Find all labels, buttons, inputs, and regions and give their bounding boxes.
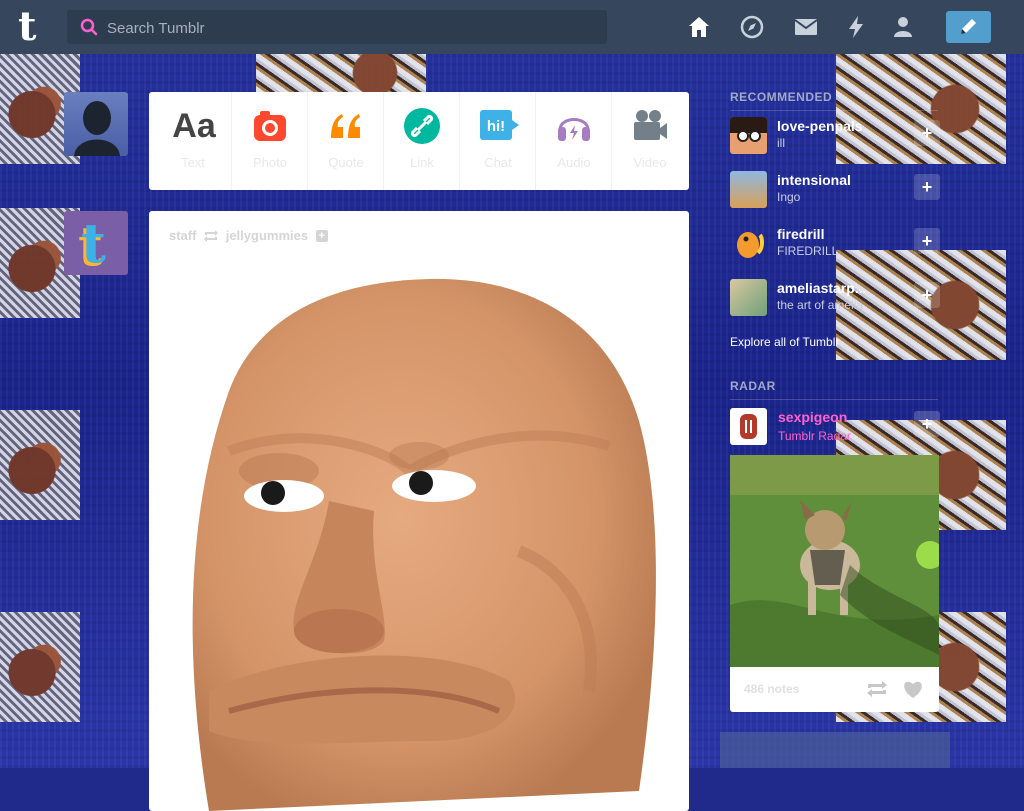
reblog-icon[interactable] xyxy=(866,679,888,699)
recommended-blog[interactable]: ameliastarp... the art of amelia + xyxy=(730,274,950,320)
sidebar-bottom-fade xyxy=(720,732,950,768)
staff-avatar[interactable]: t t xyxy=(64,211,128,275)
text-icon: Aa xyxy=(172,107,216,145)
pencil-icon xyxy=(961,19,976,34)
post-link-button[interactable]: Link xyxy=(383,92,460,190)
radar-title: RADAR xyxy=(730,379,938,400)
tumblr-logo-icon[interactable]: t xyxy=(18,7,48,47)
user-icon[interactable] xyxy=(890,14,916,40)
search-icon xyxy=(80,18,98,36)
blog-avatar xyxy=(730,117,767,154)
quote-icon xyxy=(331,114,360,138)
mail-icon[interactable] xyxy=(793,14,819,40)
blog-subtitle: ill xyxy=(777,136,785,150)
compass-icon[interactable] xyxy=(739,14,765,40)
recommended-title: RECOMMENDED xyxy=(730,90,938,111)
recommended-blog[interactable]: intensional Ingo + xyxy=(730,166,950,212)
blog-name: ameliastarp... xyxy=(777,280,867,296)
background-tile xyxy=(256,54,426,92)
post-audio-button[interactable]: Audio xyxy=(535,92,612,190)
follow-button[interactable]: + xyxy=(914,120,940,146)
follow-button[interactable]: + xyxy=(914,411,940,437)
post-photo-button[interactable]: Photo xyxy=(231,92,308,190)
post-type-label: Video xyxy=(633,155,667,170)
user-avatar[interactable] xyxy=(64,92,128,156)
post-type-label: Quote xyxy=(328,155,364,170)
link-icon xyxy=(404,108,440,144)
post-type-bar: Aa Text Photo Quote Link hi! Chat Audio … xyxy=(149,92,689,190)
home-icon[interactable] xyxy=(686,14,712,40)
tumblr-t-icon: t t xyxy=(78,211,106,275)
follow-button[interactable]: + xyxy=(914,228,940,254)
explore-link[interactable]: Explore all of Tumblr xyxy=(730,335,839,349)
radar-subtitle: Tumblr Radar xyxy=(778,429,851,443)
radar-card: sexpigeon Tumblr Radar + 486 notes xyxy=(730,403,940,712)
post-quote-button[interactable]: Quote xyxy=(307,92,384,190)
blog-subtitle: Ingo xyxy=(777,190,801,204)
svg-text:t: t xyxy=(81,211,106,275)
radar-blog-avatar[interactable] xyxy=(730,408,767,445)
blog-subtitle: the art of amelia xyxy=(777,298,864,312)
post-author-link[interactable]: staff xyxy=(169,228,196,243)
lightning-icon[interactable] xyxy=(843,14,869,40)
reblogged-from-link[interactable]: jellygummies xyxy=(226,228,308,243)
recommended-blog[interactable]: love-penpals ill + xyxy=(730,112,950,158)
search-input[interactable] xyxy=(105,10,589,46)
radar-header: sexpigeon Tumblr Radar + xyxy=(730,403,940,455)
search-bar[interactable] xyxy=(67,10,607,46)
blog-name: love-penpals xyxy=(777,118,863,134)
video-camera-icon xyxy=(634,110,667,140)
post-text-button[interactable]: Aa Text xyxy=(155,92,231,190)
heart-icon[interactable] xyxy=(902,679,924,699)
post-header: staff jellygummies + xyxy=(169,227,328,243)
dashboard-post: staff jellygummies + xyxy=(149,211,689,811)
chat-icon: hi! xyxy=(480,110,519,140)
post-type-label: Text xyxy=(181,155,205,170)
follow-button[interactable]: + xyxy=(914,282,940,308)
post-type-label: Link xyxy=(410,155,434,170)
blog-avatar xyxy=(730,171,767,208)
post-type-label: Photo xyxy=(253,155,287,170)
blog-name: intensional xyxy=(777,172,851,188)
headphones-icon xyxy=(558,118,590,141)
camera-icon xyxy=(254,111,286,141)
blog-subtitle: FIREDRILL xyxy=(777,244,839,258)
top-navigation-bar: t xyxy=(0,0,1024,54)
blog-avatar xyxy=(730,225,767,262)
reblog-icon xyxy=(204,229,219,242)
notes-count[interactable]: 486 notes xyxy=(744,682,799,696)
follow-button[interactable]: + xyxy=(914,174,940,200)
radar-blog-name[interactable]: sexpigeon xyxy=(778,409,847,425)
recommended-blog[interactable]: firedrill FIREDRILL + xyxy=(730,220,950,266)
svg-text:hi!: hi! xyxy=(487,118,505,135)
follow-plus-icon[interactable]: + xyxy=(315,229,328,242)
radar-post-footer: 486 notes xyxy=(730,667,939,712)
compose-button[interactable] xyxy=(946,11,991,43)
radar-post-image[interactable] xyxy=(730,455,939,667)
post-type-label: Chat xyxy=(484,155,512,170)
post-chat-button[interactable]: hi! Chat xyxy=(459,92,536,190)
background-tile xyxy=(0,612,80,722)
silhouette-icon xyxy=(74,101,120,156)
blog-avatar xyxy=(730,279,767,316)
post-image-clay-face[interactable] xyxy=(169,271,669,811)
blog-name: firedrill xyxy=(777,226,825,242)
background-tile xyxy=(0,410,80,520)
post-video-button[interactable]: Video xyxy=(611,92,688,190)
post-type-label: Audio xyxy=(557,155,591,170)
